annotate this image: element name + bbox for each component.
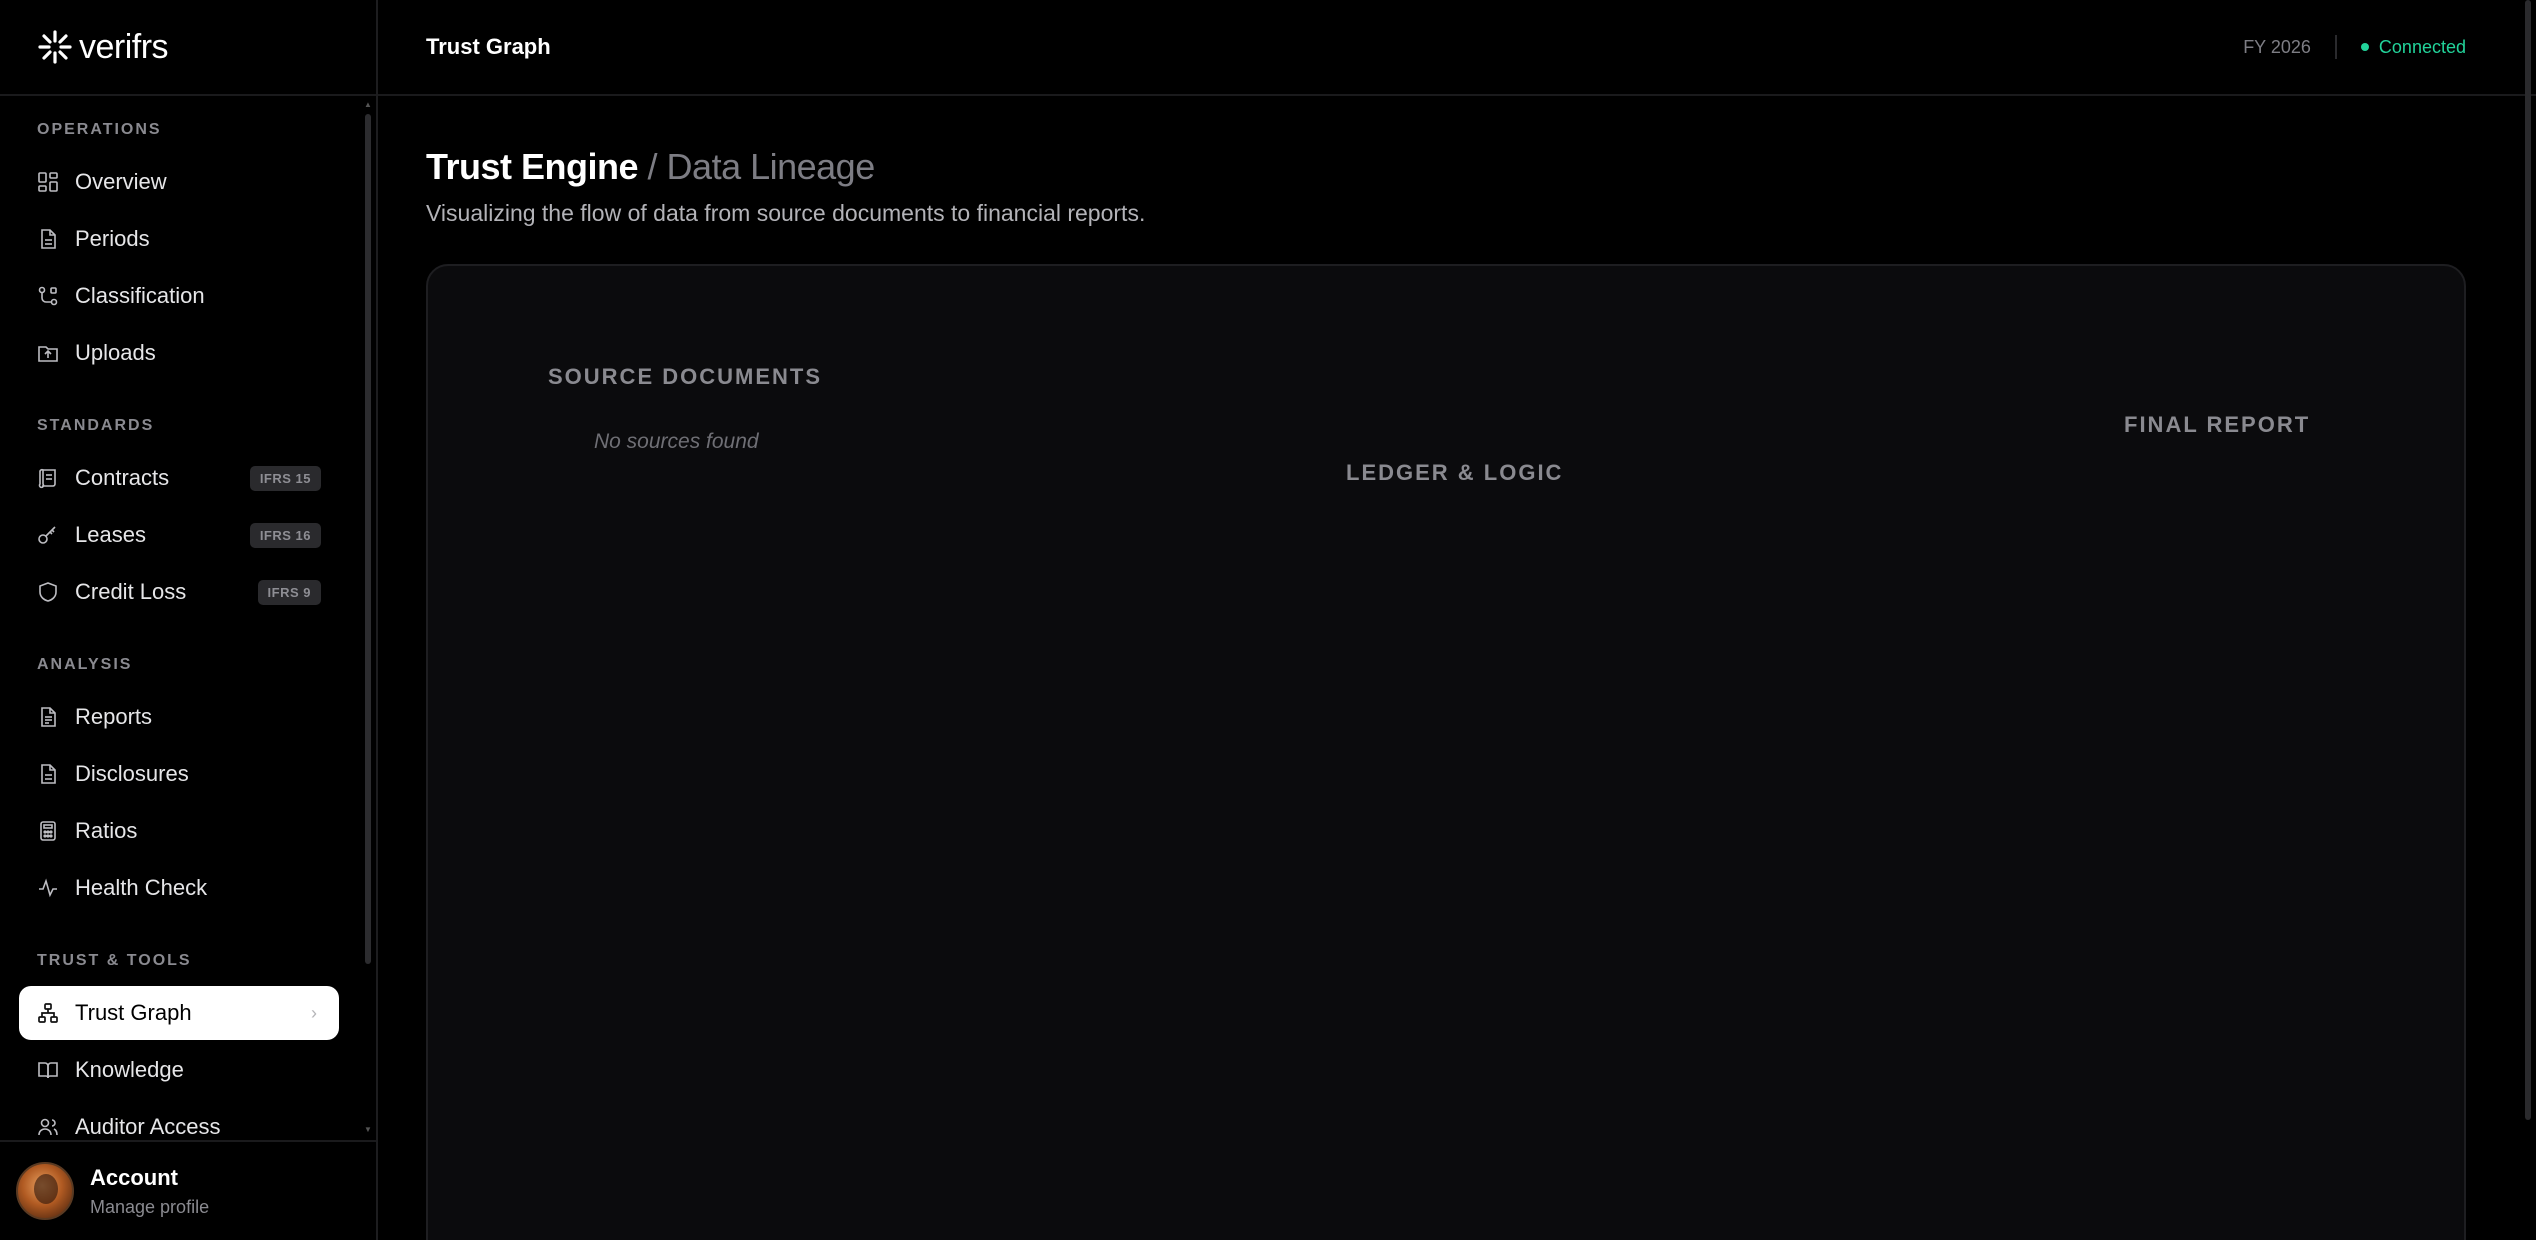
sidebar-nav: OPERATIONS Overview Periods Classificati… [0, 100, 362, 1140]
source-documents-label: SOURCE DOCUMENTS [548, 364, 823, 389]
sidebar-item-trust-graph[interactable]: Trust Graph › [19, 986, 339, 1040]
network-icon [37, 1002, 59, 1024]
book-icon [37, 1059, 59, 1081]
standard-badge: IFRS 15 [249, 465, 321, 491]
scroll-icon [37, 467, 59, 489]
sidebar-item-auditor-access[interactable]: Auditor Access [19, 1100, 339, 1140]
sidebar-item-classification[interactable]: Classification [19, 269, 339, 323]
document-icon [37, 228, 59, 250]
sidebar-item-knowledge[interactable]: Knowledge [19, 1043, 339, 1097]
app-root: verifrs OPERATIONS Overview Periods Clas… [0, 0, 2536, 1240]
brand-name: verifrs [79, 27, 169, 66]
sidebar-item-label: Ratios [75, 818, 138, 843]
connection-status: Connected [2360, 36, 2466, 58]
sidebar-item-label: Classification [75, 283, 205, 308]
main-scroll-thumb[interactable] [2525, 0, 2531, 1120]
page-header: Trust Engine / Data Lineage Visualizing … [426, 146, 1145, 227]
shield-icon [37, 581, 59, 603]
divider [2334, 35, 2337, 59]
sidebar-item-label: Knowledge [75, 1057, 184, 1082]
section-label-analysis: ANALYSIS [37, 656, 133, 673]
avatar [16, 1162, 74, 1220]
sidebar-item-label: Periods [75, 226, 150, 251]
report-icon [37, 706, 59, 728]
fiscal-year[interactable]: FY 2026 [2243, 37, 2311, 58]
sidebar-item-periods[interactable]: Periods [19, 212, 339, 266]
sidebar-scrollbar[interactable]: ▲ ▼ [364, 100, 372, 1140]
chevron-right-icon: › [311, 1002, 317, 1023]
grid-icon [37, 171, 59, 193]
standard-badge: IFRS 16 [249, 522, 321, 548]
sidebar-item-reports[interactable]: Reports [19, 690, 339, 744]
folder-upload-icon [37, 342, 59, 364]
page-title-main: Trust Engine [426, 146, 639, 187]
sidebar-item-label: Reports [75, 704, 153, 729]
lineage-graph-canvas[interactable]: SOURCE DOCUMENTS No sources found LEDGER… [426, 264, 2466, 1240]
sidebar: verifrs OPERATIONS Overview Periods Clas… [0, 0, 378, 1240]
sidebar-item-label: Credit Loss [75, 579, 187, 604]
section-label-standards: STANDARDS [37, 417, 155, 434]
sidebar-item-label: Leases [75, 522, 146, 547]
key-icon [37, 524, 59, 546]
account-subtitle: Manage profile [90, 1196, 210, 1217]
sidebar-item-health-check[interactable]: Health Check [19, 861, 339, 915]
branch-icon [37, 285, 59, 307]
standard-badge: IFRS 9 [257, 579, 321, 605]
sidebar-scroll-thumb[interactable] [365, 114, 371, 964]
pulse-icon [37, 877, 59, 899]
scroll-up-arrow-icon[interactable]: ▲ [364, 100, 372, 109]
account-name: Account [90, 1164, 178, 1190]
sidebar-item-uploads[interactable]: Uploads [19, 326, 339, 380]
section-label-trust-tools: TRUST & TOOLS [37, 952, 192, 969]
sidebar-item-label: Uploads [75, 340, 156, 365]
main-content: Trust Graph FY 2026 Connected Trust Engi… [378, 0, 2536, 1240]
sidebar-item-label: Disclosures [75, 761, 189, 786]
brand[interactable]: verifrs [0, 0, 376, 96]
sidebar-item-label: Auditor Access [75, 1114, 221, 1139]
page-title-suffix: / Data Lineage [647, 146, 876, 187]
page-description: Visualizing the flow of data from source… [426, 200, 1146, 226]
users-icon [37, 1116, 59, 1138]
sources-empty-state: No sources found [594, 430, 759, 453]
sidebar-item-disclosures[interactable]: Disclosures [19, 747, 339, 801]
sidebar-item-contracts[interactable]: Contracts IFRS 15 [19, 451, 339, 505]
calculator-icon [37, 820, 59, 842]
sidebar-item-leases[interactable]: Leases IFRS 16 [19, 508, 339, 562]
topbar-title: Trust Graph [426, 34, 551, 59]
account-menu[interactable]: Account Manage profile [0, 1140, 376, 1240]
sidebar-item-overview[interactable]: Overview [19, 155, 339, 209]
document-icon [37, 763, 59, 785]
sidebar-item-label: Health Check [75, 875, 208, 900]
sidebar-item-label: Overview [75, 169, 167, 194]
scroll-down-arrow-icon[interactable]: ▼ [364, 1125, 372, 1134]
sidebar-item-label: Contracts [75, 465, 170, 490]
sidebar-item-credit-loss[interactable]: Credit Loss IFRS 9 [19, 565, 339, 619]
status-dot-icon [2360, 43, 2369, 51]
brand-logo-icon [38, 30, 72, 64]
connection-status-label: Connected [2378, 36, 2466, 57]
final-report-label: FINAL REPORT [2124, 412, 2311, 437]
page-title: Trust Engine / Data Lineage [426, 146, 1145, 188]
main-scrollbar[interactable] [2524, 0, 2532, 1120]
sidebar-item-label: Trust Graph [75, 1000, 192, 1025]
topbar: Trust Graph FY 2026 Connected [378, 0, 2536, 96]
ledger-logic-label: LEDGER & LOGIC [1346, 460, 1564, 485]
section-label-operations: OPERATIONS [37, 121, 162, 138]
sidebar-item-ratios[interactable]: Ratios [19, 804, 339, 858]
